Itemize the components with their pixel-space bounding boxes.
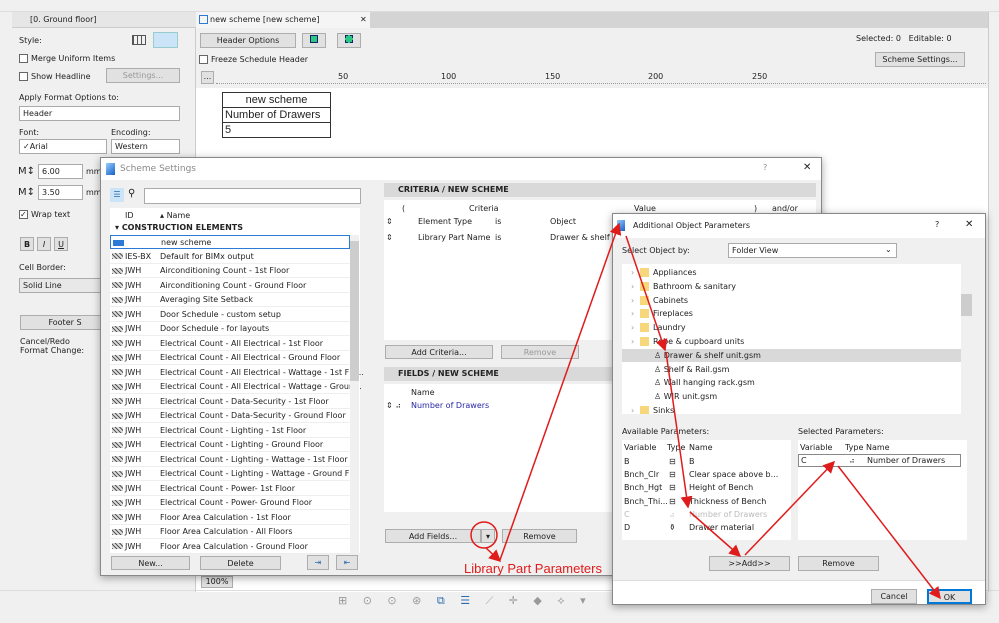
arrow: [665, 351, 693, 509]
arrow: [689, 511, 742, 557]
highlight-circle: [470, 521, 498, 549]
arrow: [485, 547, 502, 563]
arrow: [837, 465, 941, 600]
annotation-arrows: [470, 222, 941, 600]
arrow: [744, 460, 836, 556]
arrow: [499, 222, 622, 561]
arrow: [625, 235, 668, 352]
